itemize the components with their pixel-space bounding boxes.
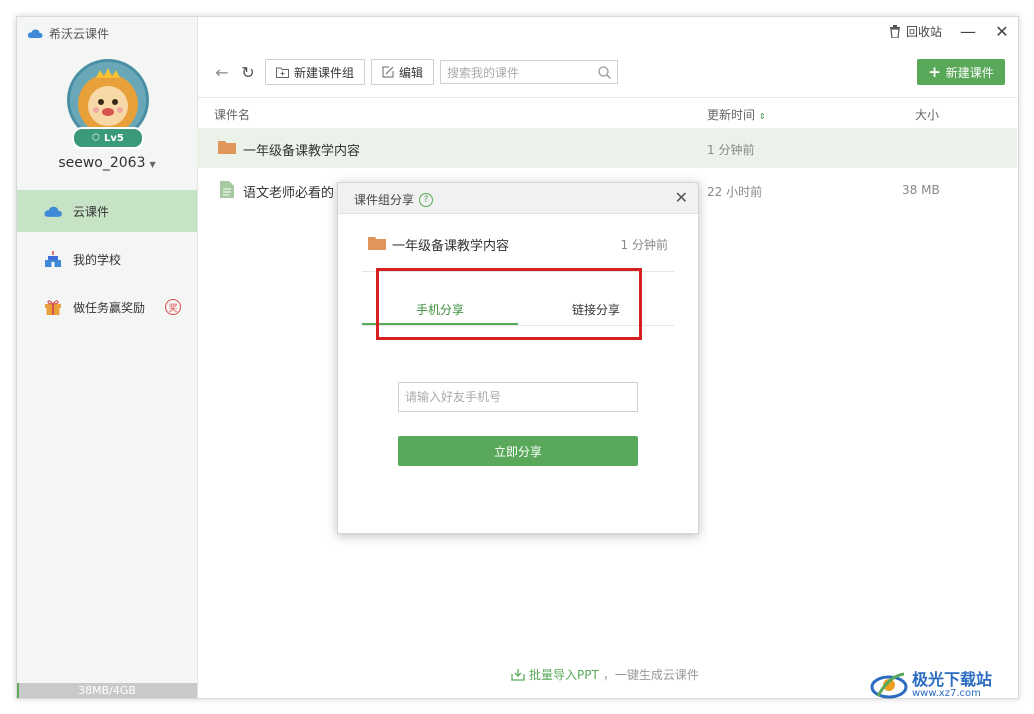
column-name[interactable]: 课件名: [214, 106, 250, 123]
minimize-icon: —: [960, 22, 976, 41]
username-dropdown[interactable]: seewo_2063 ▼: [17, 155, 197, 171]
toolbar: ← ↻ 新建课件组 编辑 搜索我的课件: [213, 59, 619, 85]
dialog-close-button[interactable]: ✕: [675, 188, 688, 207]
username-text: seewo_2063: [58, 155, 146, 171]
watermark-title: 极光下载站: [912, 669, 993, 689]
edit-button[interactable]: 编辑: [371, 59, 435, 85]
sidebar-item-tasks-rewards[interactable]: 做任务赢奖励 奖: [17, 286, 197, 328]
footer-text: ，一键生成云课件: [602, 668, 699, 682]
search-input[interactable]: 搜索我的课件: [440, 60, 619, 84]
share-now-button[interactable]: 立即分享: [398, 436, 638, 466]
search-icon[interactable]: [598, 65, 611, 79]
column-time-label: 更新时间: [707, 108, 756, 122]
recycle-bin-label: 回收站: [905, 25, 942, 39]
level-badge: ⬡ Lv5: [72, 127, 144, 149]
table-row[interactable]: 一年级备课教学内容 1 分钟前: [197, 128, 1017, 168]
new-group-label: 新建课件组: [294, 65, 355, 80]
row-name: 语文老师必看的: [243, 186, 335, 201]
watermark-url: www.xz7.com: [912, 687, 981, 699]
gift-icon: [43, 298, 63, 316]
folder-icon: [218, 141, 236, 154]
sidebar: 希沃云课件 ⬡ Lv5 seewo_2063 ▼ 云课件 我的学校 做任务赢奖励…: [17, 17, 198, 698]
column-size[interactable]: 大小: [915, 106, 939, 123]
share-dialog: 课件组分享 ? ✕ 一年级备课教学内容 1 分钟前 手机分享 链接分享 立即分享: [337, 182, 699, 534]
app-title: 希沃云课件: [27, 25, 109, 42]
import-icon: [511, 669, 525, 681]
watermark: 极光下载站 www.xz7.com: [870, 660, 1030, 710]
document-icon: [220, 181, 234, 198]
school-icon: [43, 250, 63, 268]
table-header: 课件名 更新时间 ⇕ 大小: [197, 97, 1017, 128]
caret-down-icon: ▼: [149, 160, 156, 169]
dialog-file-time: 1 分钟前: [620, 238, 668, 252]
refresh-icon[interactable]: ↻: [239, 63, 257, 82]
sidebar-item-label: 云课件: [73, 204, 110, 219]
storage-text: 38MB/4GB: [78, 684, 136, 697]
dialog-header: 课件组分享 ? ✕: [338, 183, 698, 214]
cloud-logo-icon: [27, 29, 43, 38]
row-name: 一年级备课教学内容: [243, 144, 361, 159]
search-placeholder: 搜索我的课件: [447, 65, 520, 80]
phone-number-input[interactable]: [398, 382, 638, 412]
close-window-button[interactable]: ✕: [994, 22, 1010, 41]
close-icon: ✕: [995, 22, 1009, 41]
dialog-file-info: 一年级备课教学内容 1 分钟前: [368, 235, 668, 254]
edit-icon: [382, 66, 394, 78]
new-courseware-button[interactable]: + 新建课件: [917, 59, 1005, 85]
back-arrow-icon[interactable]: ←: [213, 63, 231, 82]
title-bar-controls: 回收站 — ✕: [889, 22, 1010, 41]
dialog-title: 课件组分享 ?: [354, 191, 434, 208]
sidebar-item-my-school[interactable]: 我的学校: [17, 238, 197, 280]
recycle-bin-button[interactable]: 回收站: [889, 23, 942, 40]
sidebar-item-label: 做任务赢奖励: [73, 300, 146, 315]
footer-import: 批量导入PPT ，一键生成云课件: [511, 666, 699, 683]
tab-phone-share[interactable]: 手机分享: [362, 301, 518, 318]
row-size: 38 MB: [902, 183, 940, 197]
avatar[interactable]: ⬡ Lv5: [67, 59, 149, 149]
tab-link-share[interactable]: 链接分享: [518, 301, 674, 318]
row-time: 22 小时前: [707, 185, 763, 199]
help-icon[interactable]: ?: [419, 192, 434, 207]
batch-import-link[interactable]: 批量导入PPT: [529, 666, 599, 683]
new-group-button[interactable]: 新建课件组: [265, 59, 366, 85]
sort-icon: ⇕: [758, 112, 766, 121]
level-shield-icon: ⬡: [92, 133, 100, 143]
divider: [362, 271, 674, 272]
active-tab-indicator: [362, 323, 518, 325]
reward-badge: 奖: [165, 299, 181, 315]
dialog-title-text: 课件组分享: [354, 193, 415, 207]
edit-label: 编辑: [399, 65, 424, 80]
share-tabs: 手机分享 链接分享: [362, 295, 674, 326]
plus-icon: +: [928, 63, 941, 81]
cloud-icon: [43, 202, 63, 220]
trash-icon: [889, 25, 900, 38]
app-title-text: 希沃云课件: [49, 27, 110, 41]
level-text: Lv5: [104, 132, 124, 144]
folder-plus-icon: [276, 67, 289, 78]
watermark-logo-icon: [870, 672, 908, 699]
dialog-file-name: 一年级备课教学内容: [392, 239, 510, 254]
sidebar-item-label: 我的学校: [73, 252, 122, 267]
minimize-button[interactable]: —: [960, 22, 976, 41]
storage-bar: 38MB/4GB: [17, 683, 197, 698]
new-courseware-label: 新建课件: [945, 65, 994, 80]
folder-icon: [368, 237, 386, 250]
sidebar-item-cloud-courseware[interactable]: 云课件: [17, 190, 197, 232]
watermark-text: 极光下载站 www.xz7.com: [912, 669, 993, 699]
row-time: 1 分钟前: [707, 143, 755, 157]
column-time[interactable]: 更新时间 ⇕: [707, 106, 766, 123]
